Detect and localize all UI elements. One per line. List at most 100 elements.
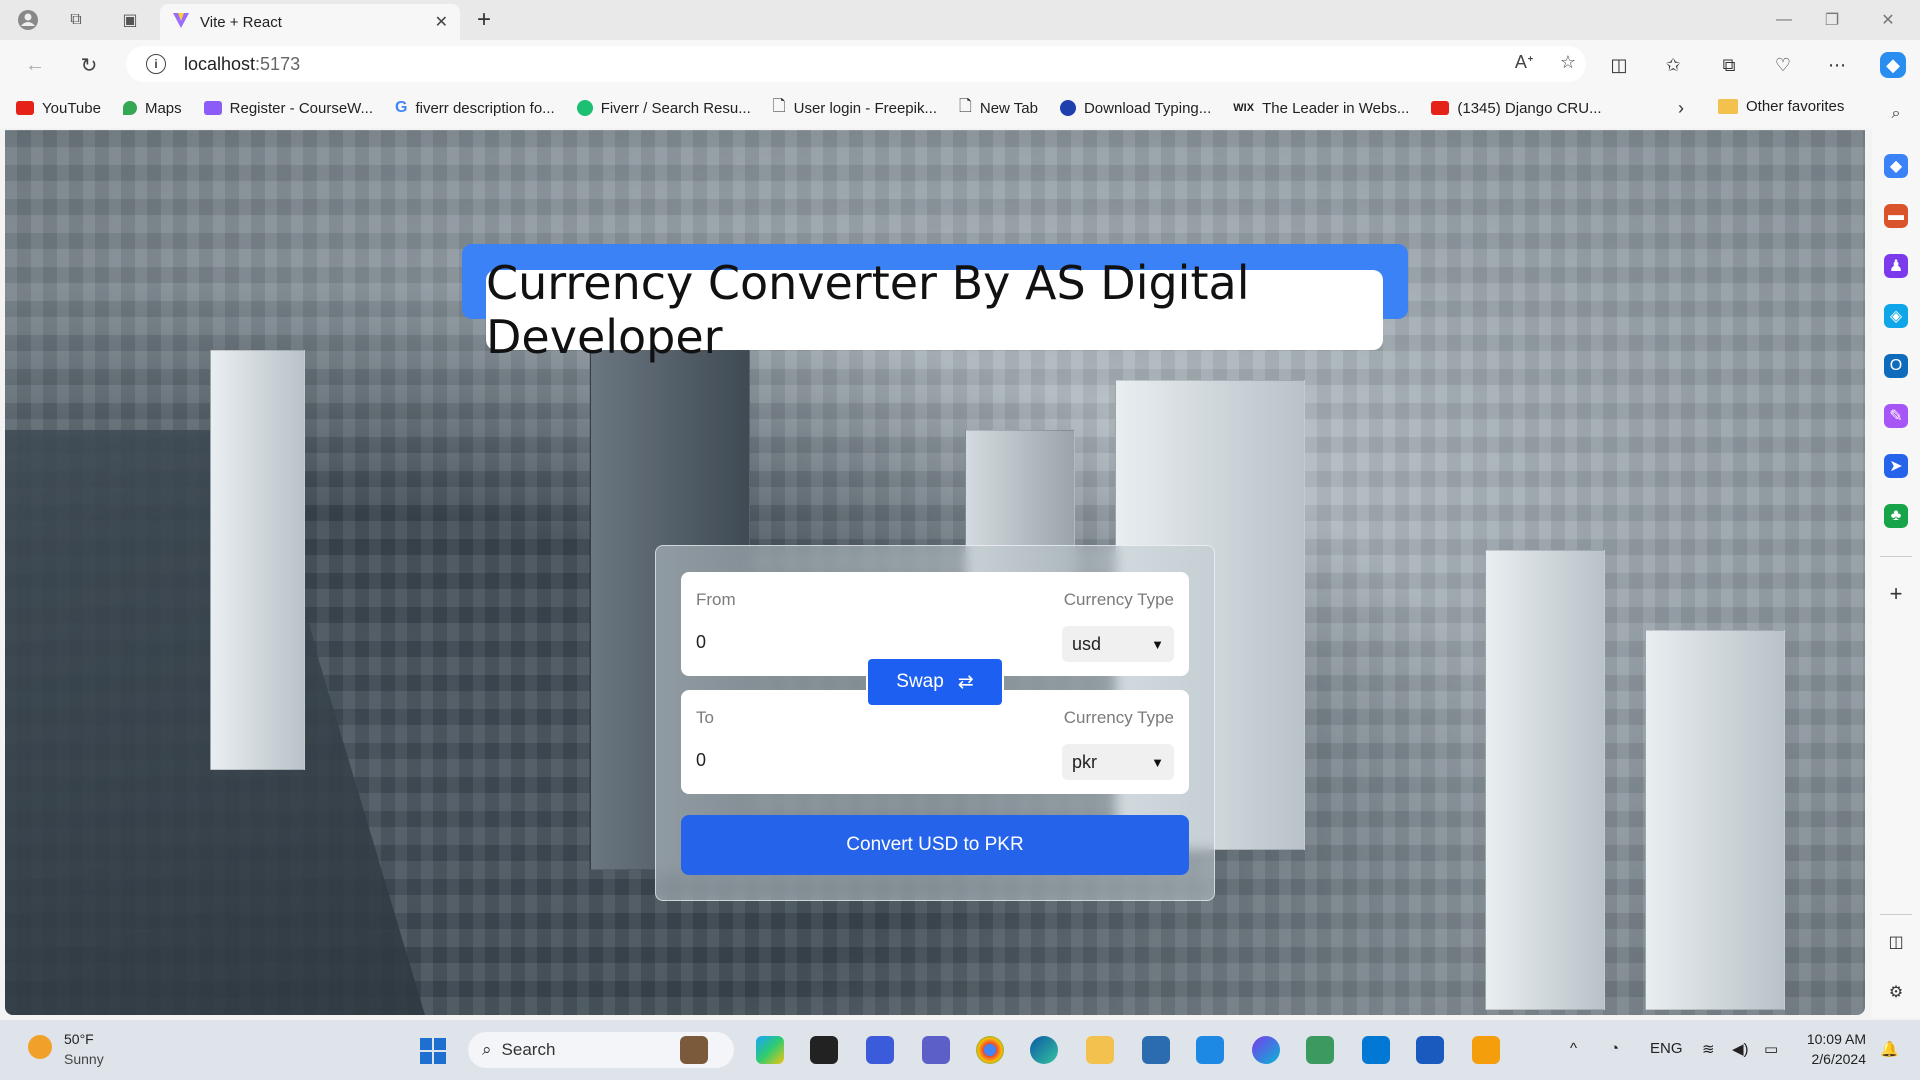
copilot-icon[interactable]: ◆ <box>1880 52 1906 78</box>
read-aloud-icon[interactable]: Aᐩ <box>1515 52 1534 73</box>
close-window-button[interactable]: ✕ <box>1868 6 1908 34</box>
word-icon[interactable] <box>1416 1036 1444 1064</box>
designer-icon[interactable]: ✎ <box>1884 404 1908 428</box>
bookmark-fiverr-search[interactable]: Fiverr / Search Resu... <box>576 100 751 117</box>
tools-icon[interactable]: ▬ <box>1884 204 1908 228</box>
mail-icon[interactable] <box>1142 1036 1170 1064</box>
games-icon[interactable]: ♟ <box>1884 254 1908 278</box>
other-favorites-folder[interactable]: Other favorites <box>1718 98 1844 115</box>
network-status-icon[interactable]: ◔ <box>1610 1040 1619 1057</box>
chevron-down-icon: ▼ <box>1151 754 1164 770</box>
chevron-up-icon[interactable]: ^ <box>1570 1040 1577 1057</box>
whatsapp-icon[interactable] <box>1306 1036 1334 1064</box>
to-amount-input[interactable]: 0 <box>696 750 706 771</box>
to-currency-select[interactable]: pkr ▼ <box>1062 744 1174 780</box>
from-currency-value: usd <box>1072 633 1102 654</box>
restore-button[interactable]: ❐ <box>1812 6 1852 34</box>
active-app-icon[interactable] <box>1472 1036 1500 1064</box>
bookmark-label: Register - CourseW... <box>229 99 374 117</box>
site-info-icon[interactable]: i <box>146 54 166 74</box>
send-icon[interactable]: ➤ <box>1884 454 1908 478</box>
favorite-star-icon[interactable]: ☆ <box>1560 52 1576 73</box>
tab-vite-react[interactable]: Vite + React ✕ <box>160 4 460 40</box>
hide-sidebar-icon[interactable]: ◫ <box>1884 930 1908 954</box>
address-actions: Aᐩ ☆ <box>1515 52 1576 73</box>
volume-icon[interactable]: ◀) <box>1732 1040 1749 1058</box>
sidebar-divider <box>1880 556 1912 557</box>
windows-logo-tile <box>420 1052 432 1064</box>
windows-taskbar: 50°F Sunny ⌕ Search ^ ◔ ENG ≋ ◀) ▭ 10:09… <box>0 1020 1920 1080</box>
file-explorer-icon[interactable] <box>1086 1036 1114 1064</box>
bookmark-label: New Tab <box>979 99 1038 117</box>
shopping-icon[interactable]: ◆ <box>1884 154 1908 178</box>
chrome-icon[interactable] <box>976 1036 1004 1064</box>
edge-sidebar: ⌕ ◆ ▬ ♟ ◈ O ✎ ➤ ♣ + ◫ ⚙ <box>1872 88 1920 1018</box>
profile-icon[interactable] <box>16 8 40 32</box>
clock-time[interactable]: 10:09 AM <box>1800 1031 1866 1047</box>
windows-logo-tile <box>434 1038 446 1050</box>
bookmark-fiverr-description[interactable]: Gfiverr description fo... <box>395 99 555 117</box>
favorites-icon[interactable]: ✩ <box>1660 52 1686 78</box>
bookmark-freepik[interactable]: 🗋 User login - Freepik... <box>773 95 937 122</box>
notification-bell-icon[interactable]: 🔔 <box>1880 1040 1899 1058</box>
start-button[interactable] <box>420 1038 446 1064</box>
bookmark-new-tab[interactable]: 🗋 New Tab <box>959 95 1038 122</box>
page-icon: 🗋 <box>959 97 972 115</box>
weather-temperature[interactable]: 50°F <box>64 1031 94 1047</box>
language-indicator[interactable]: ENG <box>1650 1040 1683 1057</box>
minimize-button[interactable]: — <box>1764 6 1804 34</box>
browser-essentials-icon[interactable]: ♡ <box>1770 52 1796 78</box>
swap-arrows-icon: ⇄ <box>957 671 974 693</box>
favorites-bar: YouTube Maps Register - CourseW... Gfive… <box>0 88 1880 128</box>
settings-gear-icon[interactable]: ⚙ <box>1884 980 1908 1004</box>
bookmark-label: fiverr description fo... <box>415 99 555 117</box>
clock-date[interactable]: 2/6/2024 <box>1800 1051 1867 1067</box>
app-icon[interactable] <box>866 1036 894 1064</box>
copilot-app-icon[interactable] <box>1252 1036 1280 1064</box>
bookmark-typing[interactable]: Download Typing... <box>1059 100 1211 117</box>
collections-icon[interactable]: ⧉ <box>1716 52 1742 78</box>
sun-icon[interactable] <box>28 1035 52 1059</box>
edge-preview-icon[interactable] <box>756 1036 784 1064</box>
folder-icon <box>1718 99 1738 114</box>
copilot-sidebar-icon[interactable]: ◈ <box>1884 304 1908 328</box>
windows-logo-tile <box>434 1052 446 1064</box>
close-tab-icon[interactable]: ✕ <box>435 12 448 32</box>
split-screen-icon[interactable]: ◫ <box>1606 52 1632 78</box>
url-port: :5173 <box>255 53 301 74</box>
settings-more-icon[interactable]: ⋯ <box>1824 52 1850 78</box>
battery-icon[interactable]: ▭ <box>1764 1040 1778 1058</box>
from-currency-select[interactable]: usd ▼ <box>1062 626 1174 662</box>
store-icon[interactable] <box>1196 1036 1224 1064</box>
new-tab-button[interactable]: + <box>470 6 498 34</box>
address-bar[interactable]: i localhost:5173 Aᐩ ☆ <box>126 46 1586 82</box>
terminal-icon[interactable] <box>810 1036 838 1064</box>
more-bookmarks-chevron-icon[interactable]: › <box>1678 98 1684 119</box>
youtube-icon <box>16 101 34 115</box>
youtube-icon <box>1431 101 1450 115</box>
convert-button[interactable]: Convert USD to PKR <box>681 815 1189 875</box>
back-button[interactable]: ← <box>20 50 50 80</box>
from-amount-input[interactable]: 0 <box>696 632 706 653</box>
tree-icon[interactable]: ♣ <box>1884 504 1908 528</box>
weather-condition[interactable]: Sunny <box>64 1051 104 1067</box>
outlook-icon[interactable]: O <box>1884 354 1908 378</box>
workspaces-icon[interactable]: ⧉ <box>64 8 88 32</box>
add-icon[interactable]: + <box>1884 581 1908 606</box>
wifi-icon[interactable]: ≋ <box>1702 1040 1715 1058</box>
swap-button[interactable]: Swap ⇄ <box>866 657 1004 707</box>
vscode-icon[interactable] <box>1362 1036 1390 1064</box>
search-icon[interactable]: ⌕ <box>1884 102 1908 126</box>
refresh-button[interactable]: ↻ <box>74 50 104 80</box>
teams-icon[interactable] <box>922 1036 950 1064</box>
tab-title: Vite + React <box>200 13 282 31</box>
news-widget-icon[interactable] <box>680 1036 708 1064</box>
bookmark-register[interactable]: Register - CourseW... <box>203 99 374 117</box>
bookmark-label: (1345) Django CRU... <box>1457 99 1602 117</box>
edge-icon[interactable] <box>1030 1036 1058 1064</box>
tab-actions-icon[interactable]: ▣ <box>118 8 142 32</box>
bookmark-wix[interactable]: WIX The Leader in Webs... <box>1233 100 1409 117</box>
bookmark-maps[interactable]: Maps <box>122 100 182 117</box>
bookmark-django[interactable]: (1345) Django CRU... <box>1431 99 1602 117</box>
bookmark-youtube[interactable]: YouTube <box>16 100 101 117</box>
